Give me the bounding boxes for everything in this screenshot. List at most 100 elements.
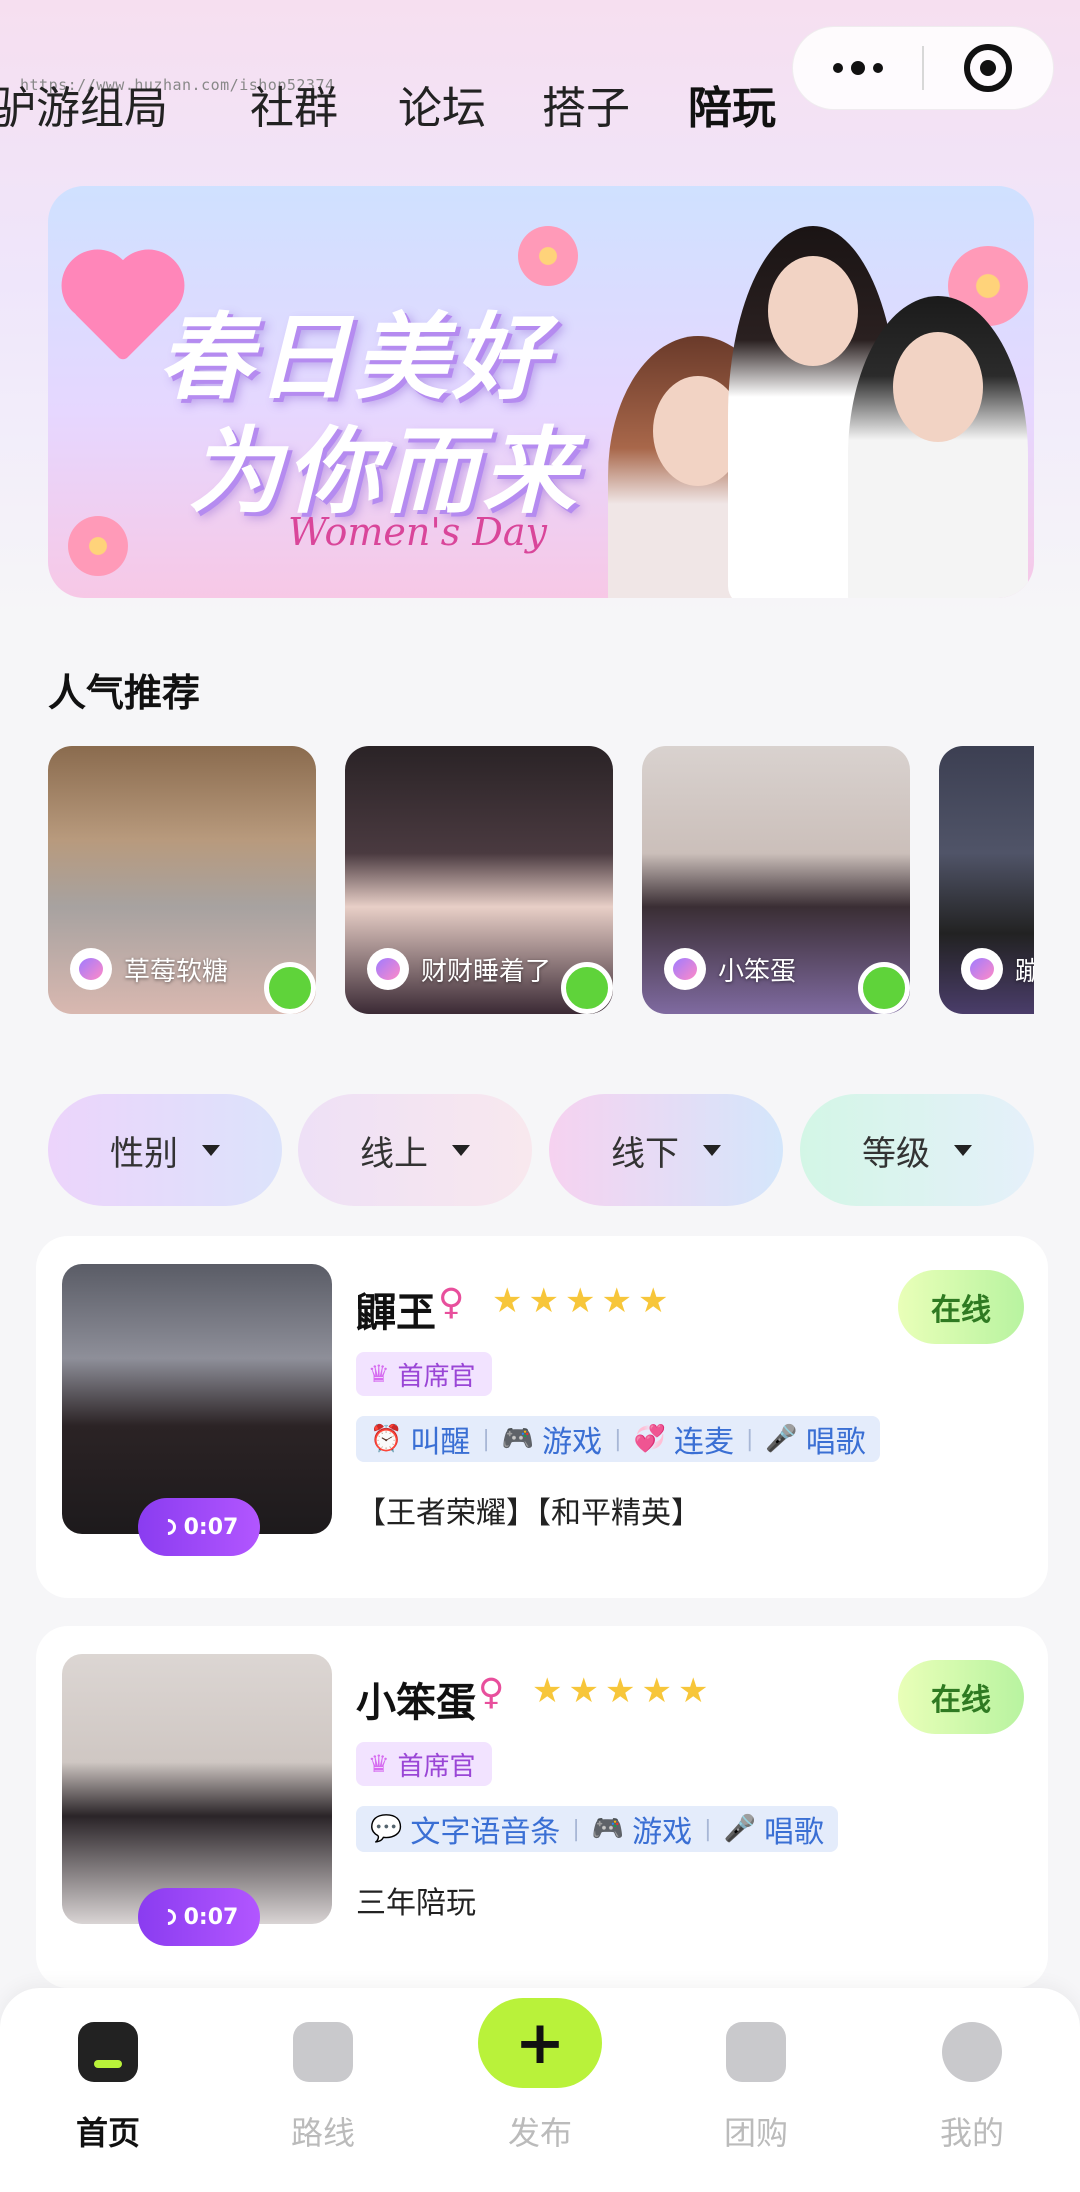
caret-down-icon [202, 1144, 220, 1156]
star-icon: ★ [528, 1281, 559, 1321]
more-dot-icon [872, 63, 883, 73]
skill-tags: ⏰ 叫醒 | 🎮 游戏 | 💞 连麦 | 🎤 唱歌 [356, 1416, 880, 1462]
voice-duration: 0:07 [183, 1514, 239, 1540]
nav-label: 首页 [75, 2114, 140, 2152]
filter-label: 等级 [862, 1133, 930, 1174]
route-icon [293, 2022, 353, 2082]
more-menu-button[interactable] [793, 26, 922, 110]
nav-route[interactable]: 路线 [248, 2022, 398, 2154]
bottom-nav: 首页 路线 + 发布 团购 我的 [0, 1988, 1080, 2192]
companion-description: 【王者荣耀】【和平精英】 [356, 1496, 701, 1531]
flower-icon [518, 226, 578, 286]
nav-home[interactable]: 首页 [33, 2022, 183, 2154]
mic-icon: 🎤 [765, 1424, 798, 1454]
popular-card[interactable]: 草莓软糖 [48, 746, 316, 1014]
smiley-icon [942, 2022, 1002, 2082]
chat-icon: 💬 [370, 1814, 403, 1844]
nav-mine[interactable]: 我的 [897, 2022, 1047, 2154]
close-miniprogram-button[interactable] [924, 26, 1053, 110]
heart-icon: 💞 [633, 1424, 666, 1454]
skill-separator: | [745, 1426, 754, 1452]
star-icon: ★ [677, 1671, 709, 1711]
companion-card[interactable]: 0:07 小笨蛋 ♀ ★ ★ ★ ★ ★ 在线 ♛ 首席官 💬 文字语音条 | … [36, 1626, 1048, 1988]
voice-intro-button[interactable]: 0:07 [138, 1498, 260, 1556]
skill-separator: | [572, 1816, 580, 1842]
filter-label: 性别 [110, 1133, 178, 1174]
filter-offline[interactable]: 线下 [549, 1094, 783, 1206]
popular-name-row: 小笨蛋 [664, 948, 796, 990]
publish-label: 发布 [507, 2114, 572, 2152]
target-icon [964, 44, 1013, 92]
skill-label: 游戏 [632, 1815, 693, 1850]
tab-forum[interactable]: 论坛 [398, 72, 486, 136]
skill-tags: 💬 文字语音条 | 🎮 游戏 | 🎤 唱歌 [356, 1806, 838, 1852]
gamepad-icon: 🎮 [501, 1424, 535, 1454]
sound-wave-icon [156, 1905, 179, 1929]
level-badge-icon [70, 948, 112, 990]
crown-icon: ♛ [368, 1360, 390, 1388]
popular-card[interactable]: 财财睡着了 [345, 746, 613, 1014]
rank-badge: ♛ 首席官 [356, 1352, 492, 1396]
tab-trip-group[interactable]: 驴游组局 [0, 72, 168, 136]
more-dot-icon [850, 61, 865, 75]
mic-icon: 🎤 [723, 1814, 756, 1844]
female-icon: ♀ [438, 1282, 465, 1323]
companion-photo[interactable] [62, 1264, 332, 1534]
skill-label: 连麦 [673, 1425, 734, 1460]
banner-model-image [848, 296, 1028, 598]
popular-name-row: 蹦 [961, 948, 1034, 990]
miniprogram-capsule [792, 26, 1054, 110]
alarm-icon: ⏰ [370, 1424, 403, 1454]
popular-name-row: 草莓软糖 [70, 948, 228, 990]
skill-label: 唱歌 [805, 1425, 866, 1460]
popular-name-row: 财财睡着了 [367, 948, 551, 990]
tab-companion[interactable]: 陪玩 [680, 72, 784, 148]
online-indicator [858, 962, 910, 1014]
caret-down-icon [452, 1144, 470, 1156]
filter-gender[interactable]: 性别 [48, 1094, 282, 1206]
skill-separator: | [482, 1426, 490, 1452]
filter-level[interactable]: 等级 [800, 1094, 1034, 1206]
level-badge-icon [961, 948, 1003, 990]
promo-banner[interactable]: 春日美好 为你而来 Women's Day [48, 186, 1034, 598]
chat-bubble-icon [726, 2022, 786, 2082]
publish-button[interactable]: + [478, 1998, 602, 2088]
skill-separator: | [614, 1426, 622, 1452]
tab-community[interactable]: 社群 [250, 72, 338, 136]
banner-subtitle: Women's Day [288, 510, 547, 554]
flower-icon [68, 516, 128, 576]
star-icon: ★ [532, 1671, 563, 1711]
rank-label: 首席官 [397, 1751, 476, 1782]
tab-buddy[interactable]: 搭子 [542, 72, 630, 136]
popular-section-title: 人气推荐 [48, 671, 201, 715]
sound-wave-icon [156, 1515, 179, 1539]
filter-online[interactable]: 线上 [298, 1094, 532, 1206]
popular-name: 小笨蛋 [718, 956, 797, 987]
online-status-badge: 在线 [898, 1270, 1024, 1344]
rank-badge: ♛ 首席官 [356, 1742, 492, 1786]
filter-label: 线下 [611, 1133, 679, 1174]
skill-label: 文字语音条 [410, 1815, 561, 1850]
companion-photo[interactable] [62, 1654, 332, 1924]
voice-duration: 0:07 [183, 1904, 239, 1930]
popular-name: 草莓软糖 [124, 956, 229, 987]
plus-icon: + [514, 2008, 566, 2078]
skill-separator: | [704, 1816, 712, 1842]
more-dot-icon [832, 63, 843, 73]
nav-label: 团购 [723, 2114, 788, 2152]
crown-icon: ♛ [368, 1750, 390, 1778]
filter-bar: 性别 线上 线下 等级 [48, 1094, 1034, 1206]
popular-card[interactable]: 蹦 [939, 746, 1034, 1014]
voice-intro-button[interactable]: 0:07 [138, 1888, 260, 1946]
popular-list: 草莓软糖 财财睡着了 小笨蛋 蹦 [48, 746, 1034, 1016]
companion-description: 三年陪玩 [356, 1886, 476, 1921]
nav-label: 我的 [939, 2114, 1004, 2152]
female-icon: ♀ [478, 1672, 505, 1713]
companion-card[interactable]: 0:07 鼲玊 ♀ ★ ★ ★ ★ ★ 在线 ♛ 首席官 ⏰ 叫醒 | 🎮 游戏… [36, 1236, 1048, 1598]
star-icon: ★ [492, 1281, 523, 1321]
star-icon: ★ [564, 1281, 596, 1321]
top-tab-bar: 驴游组局 社群 论坛 搭子 陪玩 [0, 72, 800, 152]
gamepad-icon: 🎮 [591, 1814, 625, 1844]
popular-card[interactable]: 小笨蛋 [642, 746, 910, 1014]
nav-group-buy[interactable]: 团购 [681, 2022, 831, 2154]
